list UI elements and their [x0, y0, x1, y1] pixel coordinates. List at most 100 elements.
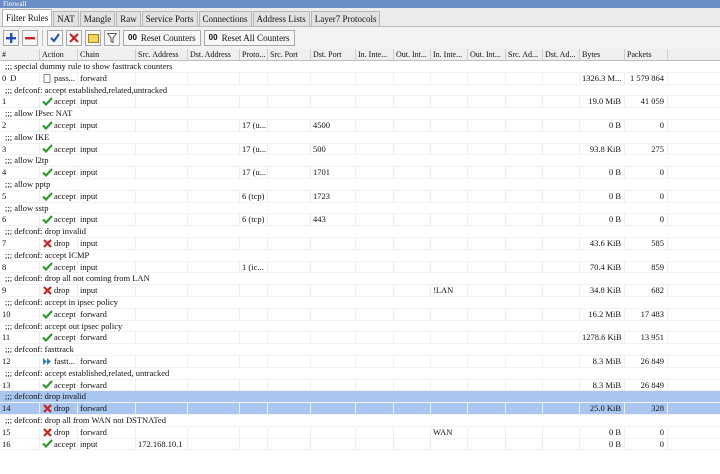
col-header-src-address-list[interactable]: Src. Ad...	[506, 49, 543, 60]
rule-src-address-list	[506, 237, 543, 249]
col-header-chain[interactable]: Chain	[78, 49, 136, 60]
tab-nat[interactable]: NAT	[53, 11, 79, 26]
rule-protocol	[240, 96, 268, 108]
col-header-dst-address[interactable]: Dst. Address	[188, 49, 240, 60]
col-header-dst-port[interactable]: Dst. Port	[311, 49, 356, 60]
reset-all-counters-button[interactable]: 00 Reset All Counters	[203, 30, 295, 46]
rule-in-interface-list	[431, 403, 468, 414]
rule-src-address	[136, 355, 188, 367]
rule-protocol	[240, 285, 268, 296]
table-row[interactable]: 15 drop forward WAN 0 B0	[0, 426, 720, 439]
rule-chain: input	[78, 190, 136, 202]
accept-check-icon	[42, 191, 53, 201]
reset-all-counters-label: Reset All Counters	[221, 33, 290, 43]
rule-src-address-list	[506, 96, 543, 108]
tab-filter-rules[interactable]: Filter Rules	[2, 9, 53, 26]
rule-src-address	[136, 72, 188, 84]
table-row[interactable]: 3 accept input 17 (u... 500 93.8 KiB 275	[0, 143, 720, 156]
rule-comment: ;;; allow l2tp	[0, 155, 720, 168]
rule-src-port	[268, 261, 311, 273]
rule-src-address	[136, 261, 188, 273]
col-header-bytes[interactable]: Bytes	[580, 49, 625, 60]
col-header-packets[interactable]: Packets	[625, 49, 668, 60]
rule-action: pass...	[40, 72, 78, 84]
rule-bytes: 1278.6 KiB	[580, 332, 625, 344]
rule-dst-address-list	[543, 426, 580, 438]
tab-raw[interactable]: Raw	[116, 11, 141, 26]
col-header-src-port[interactable]: Src. Port	[268, 49, 311, 60]
rule-chain: input	[78, 237, 136, 249]
rule-chain: input	[78, 438, 136, 450]
col-header-out-interface[interactable]: Out. Int...	[394, 49, 431, 60]
rule-in-interface	[356, 438, 394, 450]
table-row[interactable]: 9 drop input !LAN 34.8 KiB 682	[0, 285, 720, 297]
col-header-action[interactable]: Action	[40, 49, 78, 60]
rule-src-port	[268, 308, 311, 320]
rule-out-interface	[394, 379, 431, 391]
table-row[interactable]: 14 drop forward 25.0 KiB 328	[0, 403, 720, 415]
tab-address-lists[interactable]: Address Lists	[252, 11, 310, 26]
table-row[interactable]: 12 fastt... forward 8.3 MiB 26 849	[0, 355, 720, 368]
rule-protocol	[240, 237, 268, 249]
col-header-dst-address-list[interactable]: Dst. Ad...	[543, 49, 580, 60]
rule-packets: 0	[625, 438, 668, 450]
table-row[interactable]: 13 accept forward 8.3 MiB 26 849	[0, 379, 720, 392]
tab-mangle[interactable]: Mangle	[79, 11, 116, 26]
rule-in-interface-list	[431, 237, 468, 249]
rule-dst-address	[188, 438, 240, 450]
filter-button[interactable]	[104, 30, 120, 46]
add-button[interactable]	[3, 30, 19, 46]
rule-dst-address-list	[543, 96, 580, 108]
rule-dst-address-list	[543, 167, 580, 178]
rule-src-address-list	[506, 438, 543, 450]
rule-out-interface	[394, 308, 431, 320]
col-header-in-interface-list[interactable]: In. Inte...	[431, 49, 468, 60]
table-row[interactable]: 11 accept forward 1278.6 KiB 13 951	[0, 332, 720, 345]
plus-icon	[6, 33, 16, 43]
rule-src-address-list	[506, 214, 543, 226]
table-row[interactable]: 10 accept forward 16.2 MiB 17 483	[0, 308, 720, 321]
rule-number: 0D	[0, 72, 40, 84]
rule-dst-address-list	[543, 261, 580, 273]
table-row[interactable]: 2 accept input 17 (u... 4500 0 B0	[0, 119, 720, 132]
rule-dst-port	[311, 285, 356, 296]
remove-button[interactable]	[22, 30, 38, 46]
enable-button[interactable]	[47, 30, 63, 46]
reset-counters-button[interactable]: 00 Reset Counters	[123, 30, 201, 46]
rule-src-port	[268, 167, 311, 178]
tab-connections[interactable]: Connections	[198, 11, 252, 26]
table-row[interactable]: 4 accept input 17 (u... 1701 0 B0	[0, 167, 720, 179]
rule-protocol	[240, 379, 268, 391]
rule-in-interface-list	[431, 72, 468, 84]
table-row[interactable]: 0 Dpass... forward 1326.3 M... 1 579 864	[0, 72, 720, 85]
col-header-number[interactable]: #	[0, 49, 40, 60]
comment-button[interactable]	[85, 30, 101, 46]
col-header-out-interface-list[interactable]: Out. Int...	[468, 49, 506, 60]
rule-packets: 0	[625, 119, 668, 131]
table-row[interactable]: 1 accept input 19.0 MiB 41 059	[0, 96, 720, 109]
disable-button[interactable]	[66, 30, 82, 46]
rule-comment: ;;; defconf: drop all from WAN not DSTNA…	[0, 415, 720, 427]
rule-chain: forward	[78, 355, 136, 367]
drop-x-icon	[43, 239, 52, 248]
table-row[interactable]: 6 accept input 6 (tcp) 443 0 B0	[0, 214, 720, 227]
rule-dst-port	[311, 438, 356, 450]
rule-src-address	[136, 426, 188, 438]
rule-out-interface-list	[468, 355, 506, 367]
rule-dst-address-list	[543, 355, 580, 367]
rule-comment: ;;; defconf: drop all not coming from LA…	[0, 273, 720, 286]
rule-dst-port	[311, 426, 356, 438]
check-icon	[50, 33, 60, 43]
tab-service-ports[interactable]: Service Ports	[141, 11, 198, 26]
tab-layer7-protocols[interactable]: Layer7 Protocols	[310, 11, 381, 26]
rule-protocol	[240, 426, 268, 438]
drop-x-icon	[43, 427, 52, 437]
col-header-protocol[interactable]: Proto...	[240, 49, 268, 60]
col-header-src-address[interactable]: Src. Address	[136, 49, 188, 60]
col-header-in-interface[interactable]: In. Inte...	[356, 49, 394, 60]
accept-check-icon	[42, 380, 53, 390]
table-row[interactable]: 5 accept input 6 (tcp) 1723 0 B0	[0, 190, 720, 203]
table-row[interactable]: 16 accept input 172.168.10.1 0 B0	[0, 438, 720, 451]
table-row[interactable]: 7 drop input 43.6 KiB 585	[0, 237, 720, 250]
table-row[interactable]: 8 accept input 1 (ic... 70.4 KiB 859	[0, 261, 720, 274]
